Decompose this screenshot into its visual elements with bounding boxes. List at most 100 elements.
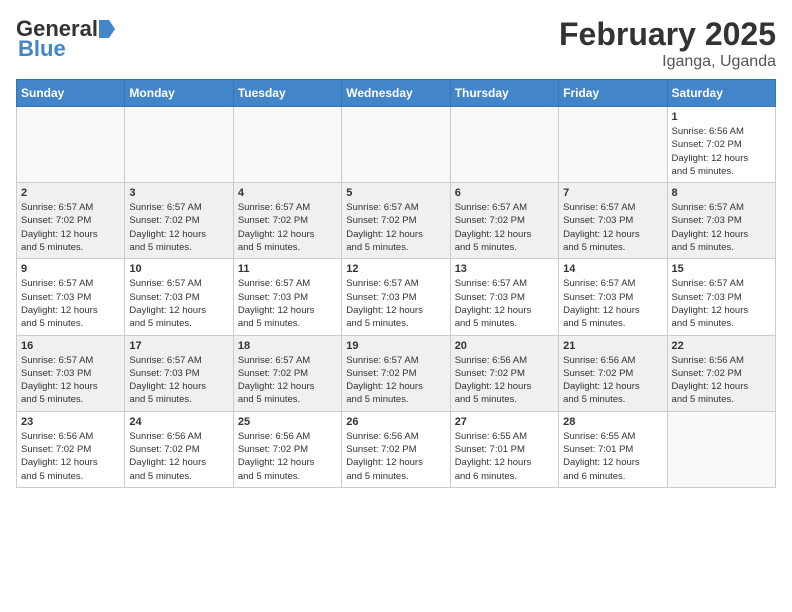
- day-number: 21: [563, 340, 662, 352]
- calendar-day-cell: [559, 107, 667, 183]
- calendar-day-cell: 27Sunrise: 6:55 AM Sunset: 7:01 PM Dayli…: [450, 411, 558, 487]
- day-info: Sunrise: 6:57 AM Sunset: 7:03 PM Dayligh…: [129, 277, 228, 330]
- day-number: 13: [455, 263, 554, 275]
- day-info: Sunrise: 6:55 AM Sunset: 7:01 PM Dayligh…: [563, 430, 662, 483]
- day-number: 12: [346, 263, 445, 275]
- logo-arrow-icon: [99, 18, 115, 40]
- calendar-day-cell: [342, 107, 450, 183]
- logo: General Blue: [16, 16, 115, 62]
- weekday-header-tuesday: Tuesday: [233, 80, 341, 107]
- logo-blue: Blue: [18, 36, 66, 62]
- weekday-header-thursday: Thursday: [450, 80, 558, 107]
- day-info: Sunrise: 6:57 AM Sunset: 7:03 PM Dayligh…: [672, 201, 771, 254]
- calendar-day-cell: [125, 107, 233, 183]
- calendar-week-row: 9 Sunrise: 6:57 AM Sunset: 7:03 PM Daylig…: [17, 259, 776, 335]
- calendar-day-cell: 2Sunrise: 6:57 AM Sunset: 7:02 PM Daylig…: [17, 183, 125, 259]
- calendar-title: February 2025: [559, 16, 776, 53]
- day-info: Sunrise: 6:57 AM Sunset: 7:02 PM Dayligh…: [455, 201, 554, 254]
- calendar-day-cell: 9 Sunrise: 6:57 AM Sunset: 7:03 PM Daylig…: [17, 259, 125, 335]
- day-number: 23: [21, 416, 120, 428]
- day-info: Sunrise: 6:57 AM Sunset: 7:02 PM Dayligh…: [21, 201, 120, 254]
- day-info: Sunrise: 6:57 AM Sunset: 7:03 PM Dayligh…: [455, 277, 554, 330]
- day-info: Sunrise: 6:56 AM Sunset: 7:02 PM Dayligh…: [455, 354, 554, 407]
- calendar-day-cell: 15 Sunrise: 6:57 AM Sunset: 7:03 PM Dayli…: [667, 259, 775, 335]
- calendar-day-cell: 11 Sunrise: 6:57 AM Sunset: 7:03 PM Dayli…: [233, 259, 341, 335]
- day-info: Sunrise: 6:56 AM Sunset: 7:02 PM Dayligh…: [672, 125, 771, 178]
- weekday-header-friday: Friday: [559, 80, 667, 107]
- day-info: Sunrise: 6:56 AM Sunset: 7:02 PM Dayligh…: [346, 430, 445, 483]
- day-number: 1: [672, 111, 771, 123]
- day-info: Sunrise: 6:57 AM Sunset: 7:03 PM Dayligh…: [21, 277, 120, 330]
- day-info: Sunrise: 6:57 AM Sunset: 7:03 PM Dayligh…: [129, 354, 228, 407]
- day-number: 10: [129, 263, 228, 275]
- day-info: Sunrise: 6:56 AM Sunset: 7:02 PM Dayligh…: [672, 354, 771, 407]
- day-number: 8: [672, 187, 771, 199]
- day-number: 26: [346, 416, 445, 428]
- calendar-day-cell: 25 Sunrise: 6:56 AM Sunset: 7:02 PM Dayli…: [233, 411, 341, 487]
- calendar-day-cell: [233, 107, 341, 183]
- day-info: Sunrise: 6:56 AM Sunset: 7:02 PM Dayligh…: [563, 354, 662, 407]
- calendar-day-cell: 26 Sunrise: 6:56 AM Sunset: 7:02 PM Dayli…: [342, 411, 450, 487]
- day-number: 24: [129, 416, 228, 428]
- day-number: 9: [21, 263, 120, 275]
- day-number: 25: [238, 416, 337, 428]
- calendar-day-cell: 1 Sunrise: 6:56 AM Sunset: 7:02 PM Daylig…: [667, 107, 775, 183]
- day-number: 20: [455, 340, 554, 352]
- day-info: Sunrise: 6:57 AM Sunset: 7:02 PM Dayligh…: [238, 354, 337, 407]
- calendar-day-cell: 7 Sunrise: 6:57 AM Sunset: 7:03 PM Daylig…: [559, 183, 667, 259]
- day-info: Sunrise: 6:57 AM Sunset: 7:03 PM Dayligh…: [672, 277, 771, 330]
- weekday-header-sunday: Sunday: [17, 80, 125, 107]
- day-number: 28: [563, 416, 662, 428]
- day-number: 17: [129, 340, 228, 352]
- day-number: 15: [672, 263, 771, 275]
- calendar-day-cell: 28 Sunrise: 6:55 AM Sunset: 7:01 PM Dayli…: [559, 411, 667, 487]
- title-block: February 2025 Iganga, Uganda: [559, 16, 776, 71]
- day-info: Sunrise: 6:57 AM Sunset: 7:02 PM Dayligh…: [238, 201, 337, 254]
- calendar-day-cell: 5 Sunrise: 6:57 AM Sunset: 7:02 PM Daylig…: [342, 183, 450, 259]
- day-info: Sunrise: 6:56 AM Sunset: 7:02 PM Dayligh…: [21, 430, 120, 483]
- day-number: 22: [672, 340, 771, 352]
- calendar-week-row: 2Sunrise: 6:57 AM Sunset: 7:02 PM Daylig…: [17, 183, 776, 259]
- calendar-day-cell: 17 Sunrise: 6:57 AM Sunset: 7:03 PM Dayli…: [125, 335, 233, 411]
- day-info: Sunrise: 6:55 AM Sunset: 7:01 PM Dayligh…: [455, 430, 554, 483]
- day-number: 4: [238, 187, 337, 199]
- calendar-day-cell: [450, 107, 558, 183]
- day-number: 7: [563, 187, 662, 199]
- calendar-subtitle: Iganga, Uganda: [559, 53, 776, 71]
- calendar-day-cell: [667, 411, 775, 487]
- day-info: Sunrise: 6:57 AM Sunset: 7:03 PM Dayligh…: [563, 277, 662, 330]
- day-number: 14: [563, 263, 662, 275]
- calendar-day-cell: 20 Sunrise: 6:56 AM Sunset: 7:02 PM Dayli…: [450, 335, 558, 411]
- weekday-header-saturday: Saturday: [667, 80, 775, 107]
- day-info: Sunrise: 6:57 AM Sunset: 7:02 PM Dayligh…: [346, 201, 445, 254]
- calendar-day-cell: 14 Sunrise: 6:57 AM Sunset: 7:03 PM Dayli…: [559, 259, 667, 335]
- weekday-header-row: SundayMondayTuesdayWednesdayThursdayFrid…: [17, 80, 776, 107]
- calendar-week-row: 1 Sunrise: 6:56 AM Sunset: 7:02 PM Daylig…: [17, 107, 776, 183]
- calendar-day-cell: 16Sunrise: 6:57 AM Sunset: 7:03 PM Dayli…: [17, 335, 125, 411]
- day-number: 5: [346, 187, 445, 199]
- weekday-header-monday: Monday: [125, 80, 233, 107]
- day-number: 16: [21, 340, 120, 352]
- day-info: Sunrise: 6:56 AM Sunset: 7:02 PM Dayligh…: [129, 430, 228, 483]
- calendar-week-row: 23 Sunrise: 6:56 AM Sunset: 7:02 PM Dayli…: [17, 411, 776, 487]
- calendar-day-cell: 21 Sunrise: 6:56 AM Sunset: 7:02 PM Dayli…: [559, 335, 667, 411]
- page-header: General Blue February 2025 Iganga, Ugand…: [16, 16, 776, 71]
- day-info: Sunrise: 6:57 AM Sunset: 7:03 PM Dayligh…: [563, 201, 662, 254]
- day-info: Sunrise: 6:56 AM Sunset: 7:02 PM Dayligh…: [238, 430, 337, 483]
- day-info: Sunrise: 6:57 AM Sunset: 7:02 PM Dayligh…: [346, 354, 445, 407]
- calendar-day-cell: 4 Sunrise: 6:57 AM Sunset: 7:02 PM Daylig…: [233, 183, 341, 259]
- calendar-table: SundayMondayTuesdayWednesdayThursdayFrid…: [16, 79, 776, 488]
- day-number: 3: [129, 187, 228, 199]
- calendar-day-cell: 12Sunrise: 6:57 AM Sunset: 7:03 PM Dayli…: [342, 259, 450, 335]
- day-number: 6: [455, 187, 554, 199]
- day-info: Sunrise: 6:57 AM Sunset: 7:02 PM Dayligh…: [129, 201, 228, 254]
- calendar-day-cell: 10 Sunrise: 6:57 AM Sunset: 7:03 PM Dayli…: [125, 259, 233, 335]
- day-number: 18: [238, 340, 337, 352]
- calendar-day-cell: 13 Sunrise: 6:57 AM Sunset: 7:03 PM Dayli…: [450, 259, 558, 335]
- calendar-day-cell: 6 Sunrise: 6:57 AM Sunset: 7:02 PM Daylig…: [450, 183, 558, 259]
- calendar-day-cell: 8 Sunrise: 6:57 AM Sunset: 7:03 PM Daylig…: [667, 183, 775, 259]
- day-info: Sunrise: 6:57 AM Sunset: 7:03 PM Dayligh…: [238, 277, 337, 330]
- calendar-day-cell: 3 Sunrise: 6:57 AM Sunset: 7:02 PM Daylig…: [125, 183, 233, 259]
- day-number: 11: [238, 263, 337, 275]
- calendar-day-cell: [17, 107, 125, 183]
